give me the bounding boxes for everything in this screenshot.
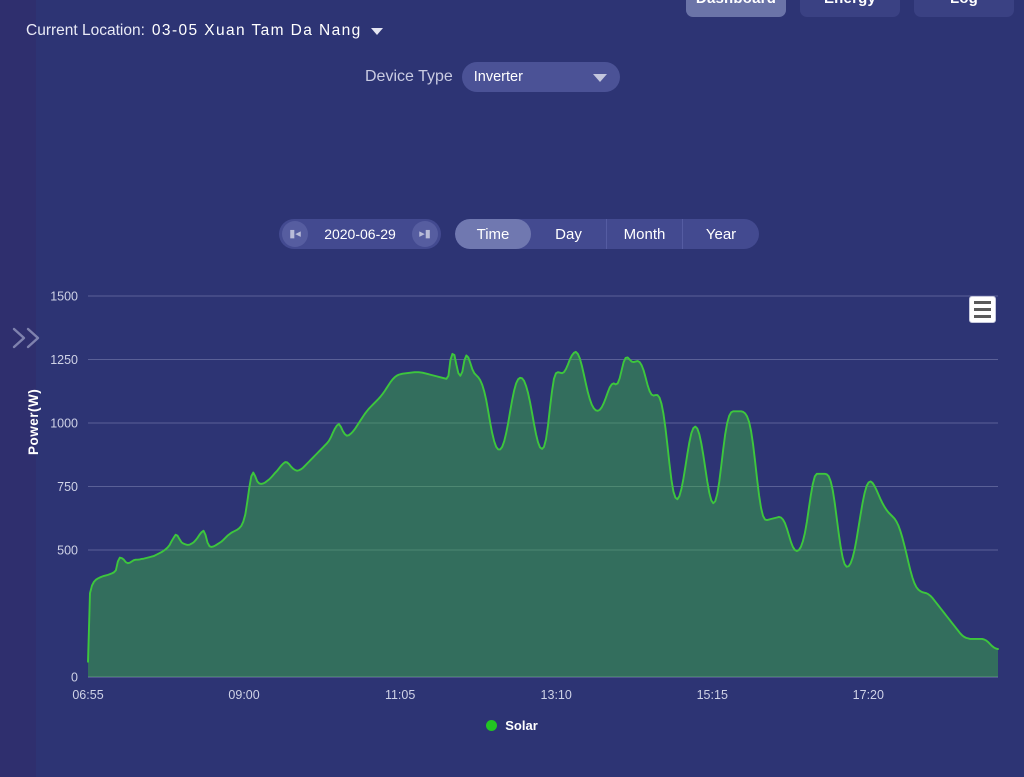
svg-text:11:05: 11:05 (385, 688, 415, 702)
chart-controls: ▮◂ 2020-06-29 ▸▮ Time Day Month Year (279, 219, 759, 249)
range-tab-day[interactable]: Day (531, 219, 607, 249)
date-value: 2020-06-29 (324, 226, 396, 242)
current-location-label: Current Location: (26, 22, 145, 39)
chart-legend: Solar (0, 718, 1024, 733)
legend-marker-solar (486, 720, 498, 731)
range-tab-year[interactable]: Year (683, 219, 759, 249)
power-chart: 0 500 750 1000 1250 1500 06:55 09:00 11:05 13:10 1… (0, 270, 1024, 740)
chart-canvas: 0 500 750 1000 1250 1500 06:55 09:00 11:05 13:10 1… (50, 290, 999, 702)
current-location-value: 03-05 Xuan Tam Da Nang (151, 22, 362, 39)
device-type-label: Device Type (365, 68, 453, 85)
svg-text:1000: 1000 (50, 417, 78, 431)
tab-energy[interactable]: Energy (800, 0, 900, 17)
svg-text:750: 750 (57, 480, 78, 494)
svg-text:1250: 1250 (50, 353, 78, 367)
svg-text:0: 0 (71, 671, 78, 685)
legend-label-solar[interactable]: Solar (505, 718, 538, 733)
chevron-down-icon (592, 74, 607, 82)
caret-down-icon[interactable] (370, 27, 383, 35)
date-next-button[interactable]: ▸▮ (412, 221, 438, 247)
range-tab-time[interactable]: Time (455, 219, 531, 249)
device-type-control: Device Type Inverter (365, 62, 620, 92)
current-location-bar: Current Location: 03-05 Xuan Tam Da Nang (26, 22, 383, 40)
device-type-value: Inverter (473, 69, 523, 85)
svg-text:500: 500 (57, 544, 78, 558)
range-tab-month[interactable]: Month (607, 219, 683, 249)
date-prev-button[interactable]: ▮◂ (282, 221, 308, 247)
tab-dashboard[interactable]: Dashboard (686, 0, 786, 17)
svg-text:06:55: 06:55 (72, 688, 103, 702)
hamburger-menu-icon[interactable] (969, 296, 996, 323)
date-picker[interactable]: ▮◂ 2020-06-29 ▸▮ (279, 219, 441, 249)
range-tabs: Time Day Month Year (455, 219, 759, 249)
dashboard-page: Dashboard Energy Log Current Location: 0… (0, 0, 1024, 777)
top-navigation: Dashboard Energy Log (0, 0, 1024, 18)
svg-text:13:10: 13:10 (541, 688, 572, 702)
svg-text:09:00: 09:00 (228, 688, 259, 702)
tab-log[interactable]: Log (914, 0, 1014, 17)
svg-text:17:20: 17:20 (853, 688, 884, 702)
y-axis-label: Power(W) (26, 388, 41, 455)
svg-text:15:15: 15:15 (697, 688, 728, 702)
device-type-select[interactable]: Inverter (461, 62, 620, 92)
svg-text:1500: 1500 (50, 290, 78, 304)
